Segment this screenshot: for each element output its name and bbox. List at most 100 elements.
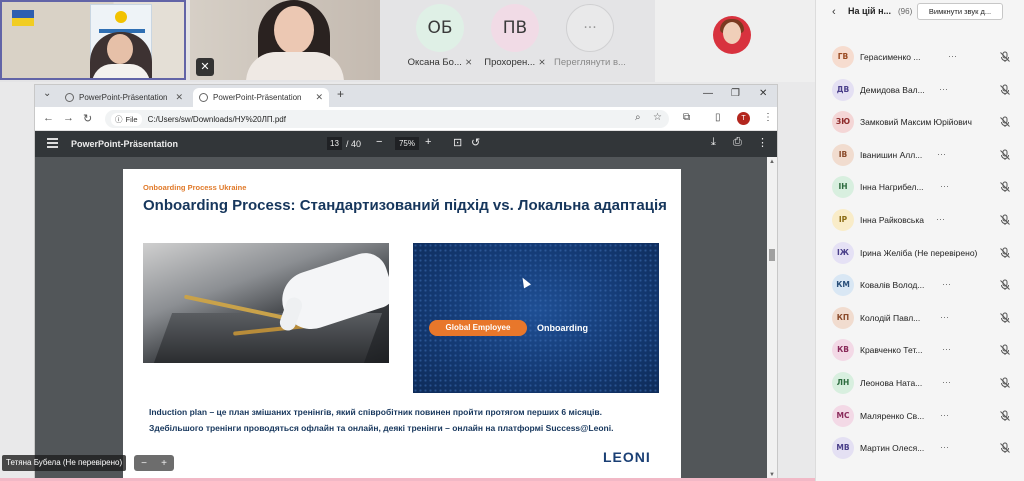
tab-bar: ⌄ PowerPoint-Präsentation ✕ PowerPoint-P… xyxy=(35,85,777,107)
participant-row[interactable]: МС Маляренко Св... ··· xyxy=(816,400,1024,432)
video-strip: ✕ ОБ Оксана Бо... ⨯ ПВ Прохорен... ⨯ ··· П… xyxy=(0,0,815,82)
mic-off-icon xyxy=(999,409,1011,421)
global-employee-pill: Global Employee xyxy=(429,320,527,336)
avatar: КВ xyxy=(832,339,854,362)
mute-all-button[interactable]: Вимкнути звук д... xyxy=(917,3,1003,20)
participant-row[interactable]: ІР Інна Райковська ··· xyxy=(816,204,1024,236)
close-icon[interactable]: ✕ xyxy=(315,92,323,103)
back-icon[interactable]: ← xyxy=(43,112,54,124)
forward-icon[interactable]: → xyxy=(63,112,74,124)
participant-video-2[interactable]: ✕ xyxy=(190,0,380,80)
minimize-icon[interactable]: — xyxy=(703,88,713,99)
zoom-out-icon[interactable]: − xyxy=(376,136,382,148)
tab-inactive[interactable]: PowerPoint-Präsentation ✕ xyxy=(59,88,189,107)
participant-row[interactable]: ІВ Іванишин Алл... ··· xyxy=(816,139,1024,171)
bookmark-star-icon[interactable]: ☆ xyxy=(653,112,662,123)
avatar: ІВ xyxy=(832,143,854,166)
avatar: ЛН xyxy=(832,372,854,394)
profile-avatar[interactable]: Т xyxy=(737,112,750,125)
flag-icon xyxy=(12,10,34,26)
slide-kicker: Onboarding Process Ukraine xyxy=(143,183,247,192)
more-options-icon[interactable]: ··· xyxy=(942,344,951,354)
page-total: / 40 xyxy=(346,139,362,149)
more-options-icon[interactable]: ··· xyxy=(939,84,948,94)
menu-icon[interactable]: ⋮ xyxy=(763,112,773,123)
view-more-tile[interactable]: ··· Переглянути в... xyxy=(545,0,635,80)
participant-row[interactable]: ЛН Леонова Ната... ··· xyxy=(816,367,1024,399)
participant-row[interactable]: КП Колодій Павл... ··· xyxy=(816,302,1024,334)
participant-row[interactable]: ЗЮ Замковий Максим Юрійович xyxy=(816,106,1024,138)
more-options-icon[interactable]: ··· xyxy=(948,51,957,61)
share-zoom-in-button[interactable]: + xyxy=(161,458,167,469)
participant-name: Інна Райковська xyxy=(860,215,924,225)
participant-video-1[interactable] xyxy=(0,0,186,80)
menu-icon[interactable] xyxy=(47,138,58,148)
avatar: ЗЮ xyxy=(832,111,854,134)
side-panel-icon[interactable]: ▯ xyxy=(715,112,721,123)
vertical-scrollbar[interactable]: ▲ ▼ xyxy=(767,157,777,480)
shared-screen: ⌄ PowerPoint-Präsentation ✕ PowerPoint-P… xyxy=(0,82,815,481)
tab-search-icon[interactable]: ⌄ xyxy=(43,88,51,99)
more-options-icon[interactable]: ··· xyxy=(940,312,949,322)
omnibox[interactable]: ⓘ File C:/Users/sw/Downloads/НУ%20ЛП.pdf … xyxy=(105,110,669,128)
close-icon[interactable]: ✕ xyxy=(175,92,183,103)
participant-row[interactable]: ІН Інна Нагрибел... ··· xyxy=(816,171,1024,203)
more-options-icon[interactable]: ··· xyxy=(942,377,951,387)
participant-row[interactable]: КВ Кравченко Тет... ··· xyxy=(816,334,1024,366)
tab-active[interactable]: PowerPoint-Präsentation ✕ xyxy=(193,88,329,107)
page-number-input[interactable]: 13 xyxy=(327,137,342,150)
share-zoom-control: − + xyxy=(134,455,174,471)
avatar: ДВ xyxy=(832,78,854,101)
participant-name: Маляренко Св... xyxy=(860,410,925,421)
mic-off-icon xyxy=(999,343,1011,356)
close-window-icon[interactable]: ✕ xyxy=(759,88,767,99)
avatar: МВ xyxy=(832,437,854,460)
avatar: ІН xyxy=(832,176,854,199)
avatar: ОБ xyxy=(416,4,464,52)
avatar: ПВ xyxy=(491,4,539,52)
pdf-title: PowerPoint-Präsentation xyxy=(71,139,179,149)
scroll-thumb[interactable] xyxy=(769,249,775,261)
new-tab-icon[interactable]: + xyxy=(337,87,344,101)
zoom-icon[interactable]: ⌕ xyxy=(635,112,641,123)
address-bar: ← → ↻ ⓘ File C:/Users/sw/Downloads/НУ%20Л… xyxy=(35,107,777,131)
chevron-left-icon[interactable]: ‹ xyxy=(832,6,836,18)
browser-window: ⌄ PowerPoint-Präsentation ✕ PowerPoint-P… xyxy=(34,84,778,481)
zoom-in-icon[interactable]: + xyxy=(425,136,431,148)
download-icon[interactable]: ⤓ xyxy=(711,136,716,149)
pdf-viewer[interactable]: Onboarding Process Ukraine Onboarding Pr… xyxy=(35,157,777,480)
more-options-icon[interactable]: ··· xyxy=(937,149,946,159)
more-options-icon[interactable]: ··· xyxy=(940,181,949,191)
avatar: ІР xyxy=(832,209,854,231)
mic-off-icon xyxy=(999,246,1011,258)
view-more-label: Переглянути в... xyxy=(554,57,626,68)
slide-body-1: Induction plan – це план змішаних тренін… xyxy=(149,407,602,417)
participant-name: Іванишин Алл... xyxy=(860,149,923,160)
participant-row[interactable]: ІЖ Ірина Желіба (Не перевірено) xyxy=(816,237,1024,269)
more-options-icon[interactable]: ··· xyxy=(942,279,951,289)
participant-row[interactable]: ДВ Демидова Вал... ··· xyxy=(816,74,1024,106)
mic-off-icon xyxy=(999,148,1011,160)
site-info-chip[interactable]: ⓘ File xyxy=(111,112,142,126)
more-options-icon[interactable]: ··· xyxy=(940,410,949,420)
more-options-icon[interactable]: ··· xyxy=(940,442,949,452)
slide-body-2: Здебільшого тренінги проводяться офлайн … xyxy=(149,423,614,433)
presenter-tile[interactable] xyxy=(655,0,815,82)
mic-off-icon: ✕ xyxy=(196,58,214,76)
print-icon[interactable]: ⎙ xyxy=(733,136,742,149)
participant-row[interactable]: МВ Мартин Олеся... ··· xyxy=(816,432,1024,464)
more-icon[interactable]: ⋮ xyxy=(757,136,768,149)
extensions-icon[interactable]: ⧉ xyxy=(683,112,690,123)
participant-name: Оксана Бо... xyxy=(407,57,462,68)
mic-off-icon xyxy=(999,83,1011,95)
more-options-icon[interactable]: ··· xyxy=(936,214,945,224)
rotate-icon[interactable]: ↺ xyxy=(471,136,480,149)
scroll-up-icon[interactable]: ▲ xyxy=(769,159,775,165)
participant-row[interactable]: КМ Ковалів Волод... ··· xyxy=(816,269,1024,301)
share-zoom-out-button[interactable]: − xyxy=(141,458,147,469)
restore-icon[interactable]: ❐ xyxy=(731,88,740,99)
participant-row[interactable]: ГВ Герасименко ... ··· xyxy=(816,41,1024,73)
fit-page-icon[interactable]: ⊡ xyxy=(453,136,462,149)
zoom-input[interactable]: 75% xyxy=(395,137,419,150)
reload-icon[interactable]: ↻ xyxy=(83,112,92,125)
